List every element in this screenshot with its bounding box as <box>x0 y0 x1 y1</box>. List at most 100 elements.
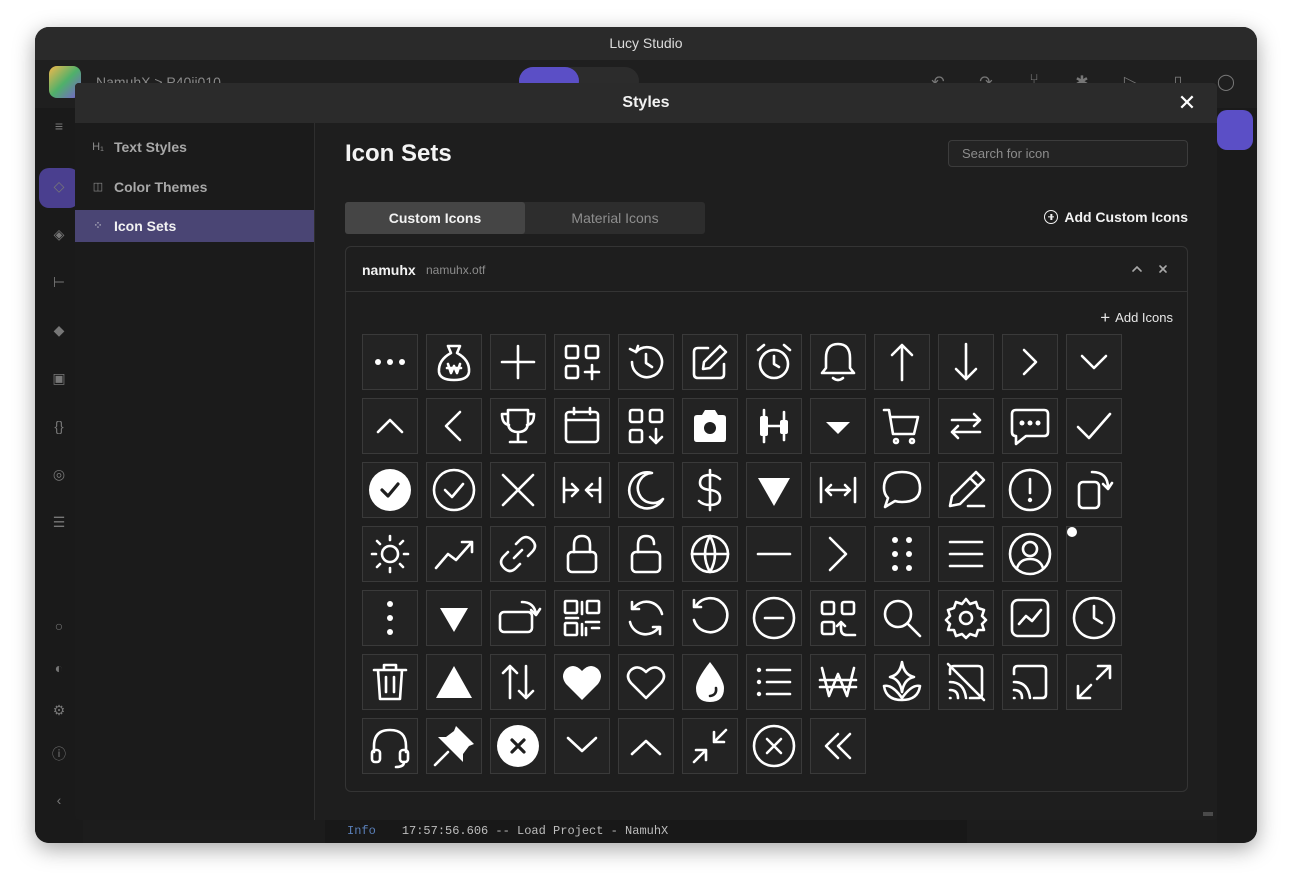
icon-tile[interactable] <box>554 334 610 390</box>
icon-tile[interactable] <box>426 590 482 646</box>
icon-tile[interactable] <box>682 526 738 582</box>
icon-tile[interactable] <box>746 462 802 518</box>
icon-tile[interactable] <box>682 654 738 710</box>
icon-tile[interactable] <box>746 718 802 774</box>
search-input[interactable] <box>948 140 1188 167</box>
icon-tile[interactable] <box>362 654 418 710</box>
icon-tile[interactable] <box>938 654 994 710</box>
icon-tile[interactable] <box>874 526 930 582</box>
icon-tile[interactable] <box>490 462 546 518</box>
icon-tile[interactable] <box>938 526 994 582</box>
icon-tile[interactable] <box>426 462 482 518</box>
tree-icon[interactable]: ⊢ <box>49 274 69 294</box>
menu-icon[interactable]: ≡ <box>49 118 69 138</box>
icon-tile[interactable] <box>938 398 994 454</box>
icon-tile[interactable] <box>618 398 674 454</box>
code-icon[interactable]: {} <box>49 418 69 438</box>
icon-tile[interactable] <box>554 718 610 774</box>
icon-tile[interactable] <box>810 398 866 454</box>
icon-tile[interactable] <box>426 526 482 582</box>
chevron-up-icon[interactable] <box>1127 259 1147 279</box>
sidebar-item-text-styles[interactable]: H₁ Text Styles <box>75 131 314 163</box>
add-icons-button[interactable]: + Add Icons <box>1100 309 1173 326</box>
icon-tile[interactable] <box>426 718 482 774</box>
icon-tile[interactable] <box>1002 462 1058 518</box>
icon-tile[interactable] <box>362 398 418 454</box>
icon-tile[interactable] <box>490 590 546 646</box>
info-icon[interactable]: ⓘ <box>49 744 69 764</box>
collapse-left-icon[interactable]: ‹ <box>49 792 69 812</box>
search-rail-icon[interactable]: ○ <box>49 618 69 638</box>
add-custom-icons-button[interactable]: Add Custom Icons <box>1044 209 1188 225</box>
tab-material-icons[interactable]: Material Icons <box>525 202 705 234</box>
icon-tile[interactable] <box>810 654 866 710</box>
icon-tile[interactable] <box>426 398 482 454</box>
close-icon[interactable]: ✕ <box>1175 91 1199 115</box>
icon-tile[interactable] <box>618 654 674 710</box>
icon-tile[interactable] <box>426 334 482 390</box>
icon-tile[interactable] <box>938 334 994 390</box>
icon-tile[interactable] <box>682 334 738 390</box>
icon-tile[interactable] <box>874 462 930 518</box>
icon-tile[interactable] <box>746 334 802 390</box>
icon-tile[interactable] <box>810 718 866 774</box>
icon-tile[interactable] <box>618 334 674 390</box>
icon-tile[interactable] <box>490 526 546 582</box>
close-icon[interactable] <box>1153 259 1173 279</box>
sidebar-item-icon-sets[interactable]: ⁘ Icon Sets <box>75 210 314 242</box>
shapes-icon[interactable]: ◇ <box>49 178 69 198</box>
tab-custom-icons[interactable]: Custom Icons <box>345 202 525 234</box>
right-rail-active-tab[interactable] <box>1217 110 1253 150</box>
icon-tile[interactable] <box>1066 654 1122 710</box>
icon-tile[interactable] <box>746 590 802 646</box>
icon-tile[interactable] <box>874 590 930 646</box>
icon-tile[interactable] <box>1002 654 1058 710</box>
image-icon[interactable]: ▣ <box>49 370 69 390</box>
account-icon[interactable]: ◯ <box>1215 72 1237 94</box>
icon-tile[interactable] <box>426 654 482 710</box>
icon-tile[interactable] <box>874 654 930 710</box>
icon-tile[interactable] <box>1002 590 1058 646</box>
icon-tile[interactable] <box>554 526 610 582</box>
icon-tile[interactable] <box>682 590 738 646</box>
components-icon[interactable]: ◆ <box>49 322 69 342</box>
icon-tile[interactable] <box>618 462 674 518</box>
icon-tile[interactable] <box>810 590 866 646</box>
icon-tile[interactable] <box>1002 334 1058 390</box>
icon-tile[interactable] <box>554 590 610 646</box>
icon-tile[interactable] <box>618 718 674 774</box>
icon-tile[interactable] <box>746 526 802 582</box>
icon-tile[interactable] <box>618 590 674 646</box>
icon-tile[interactable] <box>938 590 994 646</box>
icon-tile[interactable] <box>554 462 610 518</box>
sidebar-item-color-themes[interactable]: ◫ Color Themes <box>75 171 314 203</box>
icon-tile[interactable] <box>362 590 418 646</box>
icon-tile[interactable] <box>490 718 546 774</box>
icon-tile[interactable] <box>746 654 802 710</box>
icon-tile[interactable] <box>490 398 546 454</box>
icon-tile[interactable] <box>746 398 802 454</box>
icon-tile[interactable] <box>618 526 674 582</box>
icon-tile[interactable] <box>810 462 866 518</box>
icon-tile[interactable] <box>938 462 994 518</box>
icon-tile[interactable] <box>682 718 738 774</box>
icon-tile[interactable] <box>554 654 610 710</box>
icon-tile[interactable] <box>1066 590 1122 646</box>
icon-tile[interactable] <box>362 334 418 390</box>
icon-tile[interactable] <box>1066 462 1122 518</box>
palette-icon[interactable]: ◐ <box>49 660 69 680</box>
icon-tile[interactable] <box>362 526 418 582</box>
icon-tile[interactable] <box>810 334 866 390</box>
icon-tile[interactable] <box>1066 334 1122 390</box>
icon-tile[interactable] <box>874 398 930 454</box>
database-icon[interactable]: ◎ <box>49 466 69 486</box>
icon-tile[interactable] <box>874 334 930 390</box>
icon-tile[interactable] <box>490 334 546 390</box>
gear-icon[interactable]: ⚙ <box>49 702 69 722</box>
icon-tile[interactable] <box>682 398 738 454</box>
icon-tile[interactable] <box>810 526 866 582</box>
table-icon[interactable]: ☰ <box>49 514 69 534</box>
icon-tile[interactable] <box>1002 526 1058 582</box>
resize-handle[interactable] <box>1203 812 1213 816</box>
icon-tile[interactable] <box>554 398 610 454</box>
